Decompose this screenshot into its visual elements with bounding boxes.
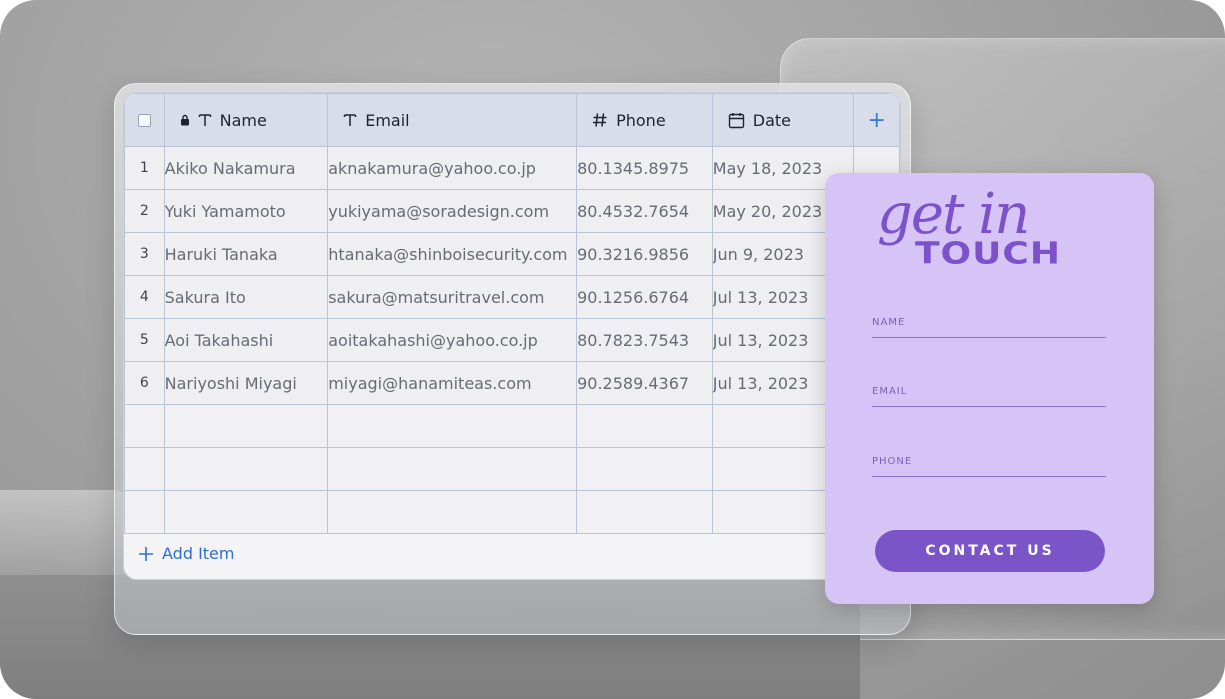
empty-row[interactable]	[124, 490, 900, 534]
cell-phone[interactable]: 80.4532.7654	[576, 189, 713, 233]
empty-cell[interactable]	[576, 490, 713, 534]
form-title-bold: TOUCH	[915, 236, 1061, 272]
empty-cell[interactable]	[327, 404, 578, 448]
cell-phone[interactable]: 90.3216.9856	[576, 232, 713, 276]
scene-background: Name Email Phone Date + 1 Akiko Nakamura…	[0, 0, 1225, 699]
cell-name[interactable]: Nariyoshi Miyagi	[163, 361, 329, 405]
cell-phone[interactable]: 90.1256.6764	[576, 275, 713, 319]
phone-field[interactable]: PHONE	[872, 452, 1106, 477]
table-row[interactable]: 2 Yuki Yamamoto yukiyama@soradesign.com …	[124, 189, 900, 233]
cell-email[interactable]: yukiyama@soradesign.com	[327, 189, 578, 233]
empty-cell[interactable]	[163, 447, 329, 491]
column-header-phone[interactable]: Phone	[576, 93, 713, 147]
select-all-checkbox[interactable]	[137, 113, 151, 127]
cell-name[interactable]: Akiko Nakamura	[163, 146, 329, 190]
row-number: 3	[124, 232, 165, 276]
column-label-name: Name	[219, 110, 267, 130]
column-label-phone: Phone	[616, 110, 666, 130]
table-row[interactable]: 5 Aoi Takahashi aoitakahashi@yahoo.co.jp…	[124, 318, 900, 362]
cell-name[interactable]: Yuki Yamamoto	[163, 189, 329, 233]
table-row[interactable]: 6 Nariyoshi Miyagi miyagi@hanamiteas.com…	[124, 361, 900, 405]
phone-field-label: PHONE	[872, 456, 913, 467]
add-column-button[interactable]: +	[853, 93, 900, 147]
text-type-icon	[343, 114, 357, 126]
column-header-name[interactable]: Name	[163, 93, 329, 147]
empty-cell[interactable]	[327, 447, 578, 491]
table-row[interactable]: 4 Sakura Ito sakura@matsuritravel.com 90…	[124, 275, 900, 319]
row-number: 1	[124, 146, 165, 190]
empty-cell	[124, 490, 165, 534]
plus-icon	[139, 546, 153, 561]
hash-icon	[593, 113, 607, 127]
empty-cell[interactable]	[163, 404, 329, 448]
form-title-script: get in	[877, 182, 1030, 247]
cell-email[interactable]: aknakamura@yahoo.co.jp	[327, 146, 578, 190]
cell-phone[interactable]: 80.1345.8975	[576, 146, 713, 190]
cell-phone[interactable]: 80.7823.7543	[576, 318, 713, 362]
empty-row[interactable]	[124, 404, 900, 448]
empty-cell	[124, 447, 165, 491]
empty-cell[interactable]	[163, 490, 329, 534]
empty-row[interactable]	[124, 447, 900, 491]
cell-email[interactable]: htanaka@shinboisecurity.com	[327, 232, 578, 276]
name-field[interactable]: NAME	[872, 313, 1106, 338]
row-number: 6	[124, 361, 165, 405]
empty-cell[interactable]	[576, 404, 713, 448]
cell-email[interactable]: sakura@matsuritravel.com	[327, 275, 578, 319]
row-number: 4	[124, 275, 165, 319]
row-number: 2	[124, 189, 165, 233]
select-all-cell[interactable]	[124, 93, 165, 147]
add-item-label: Add Item	[162, 544, 235, 563]
cell-email[interactable]: miyagi@hanamiteas.com	[327, 361, 578, 405]
column-label-date: Date	[752, 110, 792, 130]
empty-cell	[124, 404, 165, 448]
cell-name[interactable]: Sakura Ito	[163, 275, 329, 319]
column-header-date[interactable]: Date	[711, 93, 855, 147]
plus-icon: +	[867, 107, 886, 133]
cell-email[interactable]: aoitakahashi@yahoo.co.jp	[327, 318, 578, 362]
cell-name[interactable]: Haruki Tanaka	[163, 232, 329, 276]
lock-icon	[180, 114, 189, 126]
empty-cell[interactable]	[327, 490, 578, 534]
data-table: Name Email Phone Date + 1 Akiko Nakamura…	[124, 93, 900, 534]
cell-phone[interactable]: 90.2589.4367	[576, 361, 713, 405]
row-number: 5	[124, 318, 165, 362]
table-row[interactable]: 1 Akiko Nakamura aknakamura@yahoo.co.jp …	[124, 146, 900, 190]
cell-name[interactable]: Aoi Takahashi	[163, 318, 329, 362]
table-header-row: Name Email Phone Date +	[124, 93, 900, 147]
column-header-email[interactable]: Email	[327, 93, 578, 147]
email-field-label: EMAIL	[872, 386, 908, 397]
empty-cell[interactable]	[576, 447, 713, 491]
add-item-button[interactable]: Add Item	[138, 544, 234, 563]
calendar-icon	[728, 112, 744, 128]
email-field[interactable]: EMAIL	[872, 382, 1106, 407]
data-table-card: Name Email Phone Date + 1 Akiko Nakamura…	[123, 92, 901, 580]
table-row[interactable]: 3 Haruki Tanaka htanaka@shinboisecurity.…	[124, 232, 900, 276]
column-label-email: Email	[365, 110, 410, 130]
contact-form-card: get in TOUCH NAME EMAIL PHONE CONTACT US	[825, 173, 1154, 604]
contact-us-button[interactable]: CONTACT US	[875, 530, 1105, 572]
text-type-icon	[198, 114, 211, 126]
name-field-label: NAME	[872, 317, 906, 328]
